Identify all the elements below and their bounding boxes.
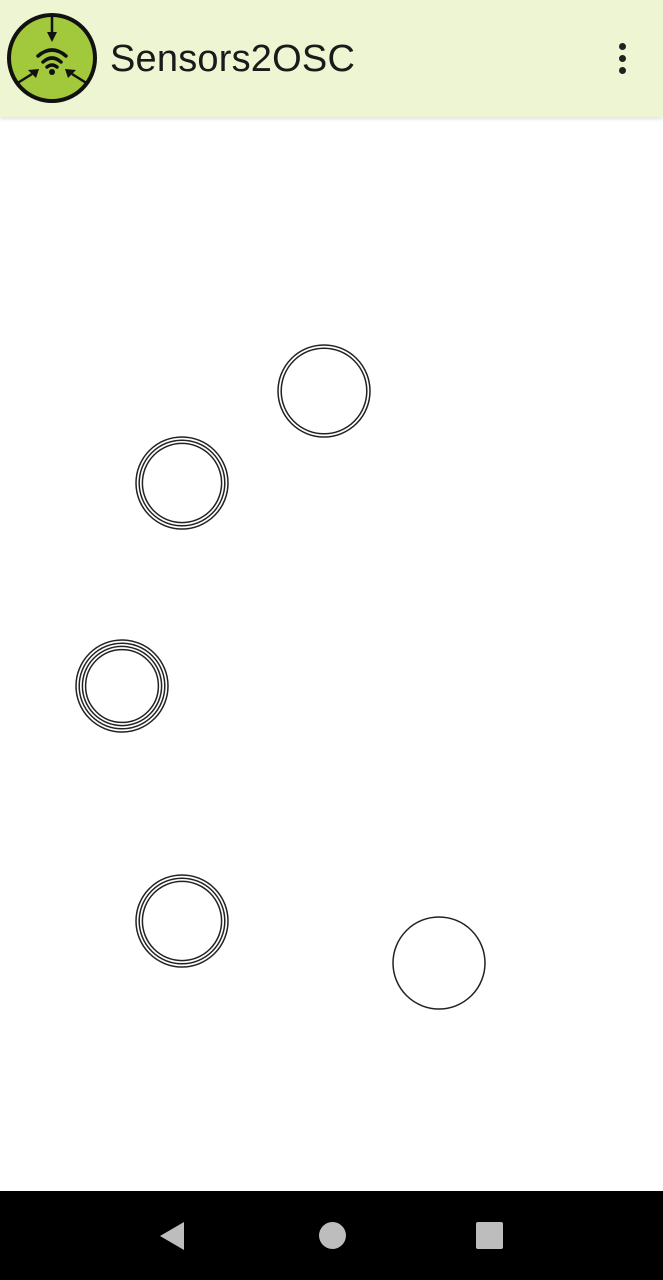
touch-ring xyxy=(141,880,223,962)
touch-ring xyxy=(138,877,226,965)
multitouch-canvas[interactable] xyxy=(0,117,663,1191)
touch-ring xyxy=(277,344,371,438)
touch-ring xyxy=(75,639,169,733)
touch-ring xyxy=(138,439,226,527)
nav-back-button[interactable] xyxy=(132,1191,212,1280)
touch-ring xyxy=(135,874,229,968)
app-title: Sensors2OSC xyxy=(110,38,356,80)
system-navigation-bar xyxy=(0,1191,663,1280)
touch-ring xyxy=(141,442,223,524)
sensors2osc-screen: Sensors2OSC xyxy=(0,0,663,1280)
touch-ring xyxy=(78,642,166,730)
app-bar: Sensors2OSC xyxy=(0,0,663,117)
menu-dot xyxy=(618,66,626,74)
overflow-menu-icon[interactable] xyxy=(600,30,644,86)
sensors2osc-logo-icon xyxy=(6,12,98,104)
touch-point-4 xyxy=(135,874,229,968)
touch-points-layer xyxy=(75,344,486,1010)
back-triangle-icon xyxy=(160,1221,184,1250)
touch-point-1 xyxy=(277,344,371,438)
touch-ring xyxy=(81,645,163,727)
touch-ring xyxy=(392,916,486,1010)
home-circle-icon xyxy=(318,1222,346,1249)
touch-point-5 xyxy=(392,916,486,1010)
menu-dot xyxy=(618,42,626,50)
recents-square-icon xyxy=(475,1222,503,1249)
nav-recents-button[interactable] xyxy=(449,1191,529,1280)
menu-dot xyxy=(618,54,626,62)
touch-point-3 xyxy=(75,639,169,733)
touch-point-2 xyxy=(135,436,229,530)
touch-ring xyxy=(280,347,368,435)
nav-home-button[interactable] xyxy=(292,1191,372,1280)
touch-ring xyxy=(135,436,229,530)
touch-ring xyxy=(84,648,160,724)
